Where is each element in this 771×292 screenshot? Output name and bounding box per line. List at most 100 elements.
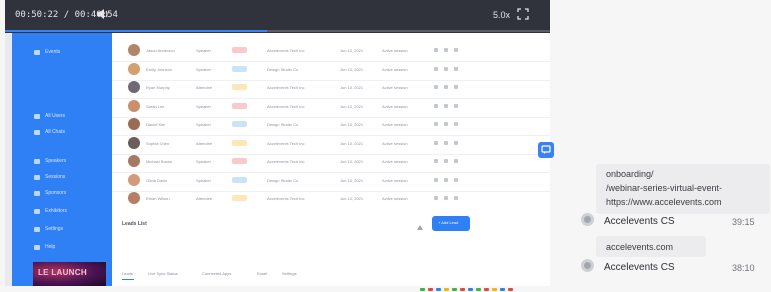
row-action-icon[interactable] bbox=[444, 103, 448, 108]
sidebar-item[interactable]: Exhibitors bbox=[12, 205, 112, 219]
sidebar-item-icon bbox=[34, 209, 40, 214]
sidebar-item[interactable]: All Chats bbox=[12, 126, 112, 140]
sort-icon[interactable] bbox=[416, 219, 424, 237]
message-time: 39:15 bbox=[732, 217, 755, 227]
sidebar-item[interactable]: Settings bbox=[12, 223, 112, 237]
table-cell-company: Design Studio Co bbox=[267, 66, 299, 72]
app-tab[interactable]: Live Sync Status bbox=[148, 271, 178, 276]
row-action-icon[interactable] bbox=[444, 177, 448, 182]
row-action-icon[interactable] bbox=[444, 48, 448, 52]
decorative-dot bbox=[468, 288, 473, 291]
row-action-icon[interactable] bbox=[434, 66, 438, 71]
chat-toggle-icon[interactable] bbox=[538, 142, 554, 158]
playback-speed[interactable]: 5.0x bbox=[493, 10, 510, 20]
avatar-icon bbox=[128, 44, 140, 56]
row-action-icon[interactable] bbox=[454, 196, 458, 200]
row-action-icon[interactable] bbox=[434, 48, 438, 52]
row-action-icon[interactable] bbox=[454, 66, 458, 71]
table-cell-status: Active session bbox=[382, 177, 408, 183]
sidebar-item-label: Events bbox=[45, 49, 61, 55]
row-action-icon[interactable] bbox=[434, 85, 438, 89]
table-cell-company: Accelevents Tech Inc bbox=[267, 103, 305, 109]
app-tab[interactable]: Connected Apps bbox=[202, 271, 231, 276]
message-sender: Accelevents CS bbox=[604, 262, 675, 273]
brand-thumbnail: LE LAUNCH bbox=[33, 262, 106, 286]
row-action-icon[interactable] bbox=[434, 140, 438, 145]
status-badge bbox=[232, 158, 247, 164]
table-cell-name: Ethan Wilson bbox=[146, 196, 170, 201]
table-cell-role: Speaker bbox=[196, 177, 211, 183]
table-cell-name: Olivia Davis bbox=[146, 177, 168, 183]
progress-bar[interactable] bbox=[5, 30, 550, 32]
row-action-icon[interactable] bbox=[444, 159, 448, 163]
status-badge bbox=[232, 47, 247, 53]
row-action-icon[interactable] bbox=[454, 48, 458, 52]
message-line: onboarding/ bbox=[606, 169, 654, 179]
page-title: Leads List bbox=[122, 221, 147, 227]
sidebar-item-label: All Users bbox=[45, 113, 66, 119]
sidebar-item[interactable]: Speakers bbox=[12, 155, 112, 169]
avatar-icon bbox=[128, 99, 140, 112]
row-action-icon[interactable] bbox=[434, 103, 438, 108]
sidebar-item[interactable]: Sessions bbox=[12, 171, 112, 185]
table-cell-status: Active session bbox=[382, 140, 408, 146]
status-badge bbox=[232, 65, 247, 72]
volume-icon[interactable] bbox=[95, 6, 111, 27]
sidebar-item-icon bbox=[34, 159, 40, 164]
sidebar-item-icon bbox=[34, 50, 40, 55]
row-action-icon[interactable] bbox=[434, 122, 438, 126]
table-cell-role: Speaker bbox=[196, 159, 211, 164]
row-action-icon[interactable] bbox=[444, 122, 448, 126]
add-lead-label: + Add Lead bbox=[438, 220, 459, 225]
message-line: accelevents.com bbox=[606, 242, 674, 252]
sidebar-item-label: Exhibitors bbox=[45, 208, 67, 214]
sidebar-item[interactable]: Events bbox=[12, 46, 112, 60]
app-tab[interactable]: Leads bbox=[122, 271, 133, 276]
row-action-icon[interactable] bbox=[434, 177, 438, 182]
row-action-icon[interactable] bbox=[454, 85, 458, 89]
decorative-dot bbox=[444, 288, 449, 291]
row-action-icon[interactable] bbox=[454, 122, 458, 126]
sidebar-item[interactable]: Help bbox=[12, 241, 112, 255]
table-cell-company: Accelevents Tech Inc bbox=[267, 48, 305, 53]
app-header bbox=[112, 209, 550, 239]
avatar-icon bbox=[128, 118, 140, 130]
table-cell-company: Design Studio Co bbox=[267, 177, 299, 183]
app-tab[interactable]: Settings bbox=[282, 271, 296, 276]
sidebar-item-label: Speakers bbox=[45, 158, 67, 164]
sidebar-item-label: Sponsors bbox=[45, 190, 67, 196]
row-action-icon[interactable] bbox=[454, 159, 458, 163]
table-row[interactable]: Ethan Wilson Attendee Accelevents Tech Inc… bbox=[112, 189, 550, 210]
row-action-icon[interactable] bbox=[444, 85, 448, 89]
fullscreen-icon[interactable] bbox=[516, 7, 530, 26]
sidebar-item[interactable]: All Users bbox=[12, 110, 112, 124]
row-action-icon[interactable] bbox=[454, 103, 458, 108]
sidebar-item-label: Settings bbox=[45, 226, 64, 232]
status-badge bbox=[232, 121, 247, 127]
table-cell-company: Accelevents Tech Inc bbox=[267, 85, 305, 90]
message-time: 38:10 bbox=[732, 263, 755, 273]
sidebar-item[interactable]: Sponsors bbox=[12, 187, 112, 201]
brand-text: LE LAUNCH bbox=[38, 268, 87, 277]
table-cell-date: Jun 10, 2021 bbox=[340, 196, 364, 201]
row-action-icon[interactable] bbox=[454, 140, 458, 145]
row-action-icon[interactable] bbox=[434, 196, 438, 200]
status-badge bbox=[232, 84, 247, 90]
decorative-dot bbox=[492, 288, 497, 291]
row-action-icon[interactable] bbox=[444, 66, 448, 71]
avatar-icon bbox=[581, 213, 594, 226]
add-lead-button[interactable]: + Add Lead bbox=[432, 216, 470, 231]
table-cell-name: Sarah Lee bbox=[146, 103, 165, 109]
status-badge bbox=[232, 176, 247, 183]
row-action-icon[interactable] bbox=[444, 140, 448, 145]
app-tab[interactable]: Email bbox=[257, 271, 267, 276]
video-player[interactable]: Events All Users All Chats Speakers Sessions… bbox=[5, 0, 550, 286]
row-action-icon[interactable] bbox=[434, 159, 438, 163]
avatar-icon bbox=[128, 173, 140, 186]
table-cell-company: Accelevents Tech Inc bbox=[267, 196, 305, 201]
row-action-icon[interactable] bbox=[454, 177, 458, 182]
avatar-icon bbox=[581, 259, 594, 272]
row-action-icon[interactable] bbox=[444, 196, 448, 200]
table-cell-date: Jun 10, 2021 bbox=[340, 48, 364, 53]
sidebar-item-icon bbox=[34, 114, 40, 119]
